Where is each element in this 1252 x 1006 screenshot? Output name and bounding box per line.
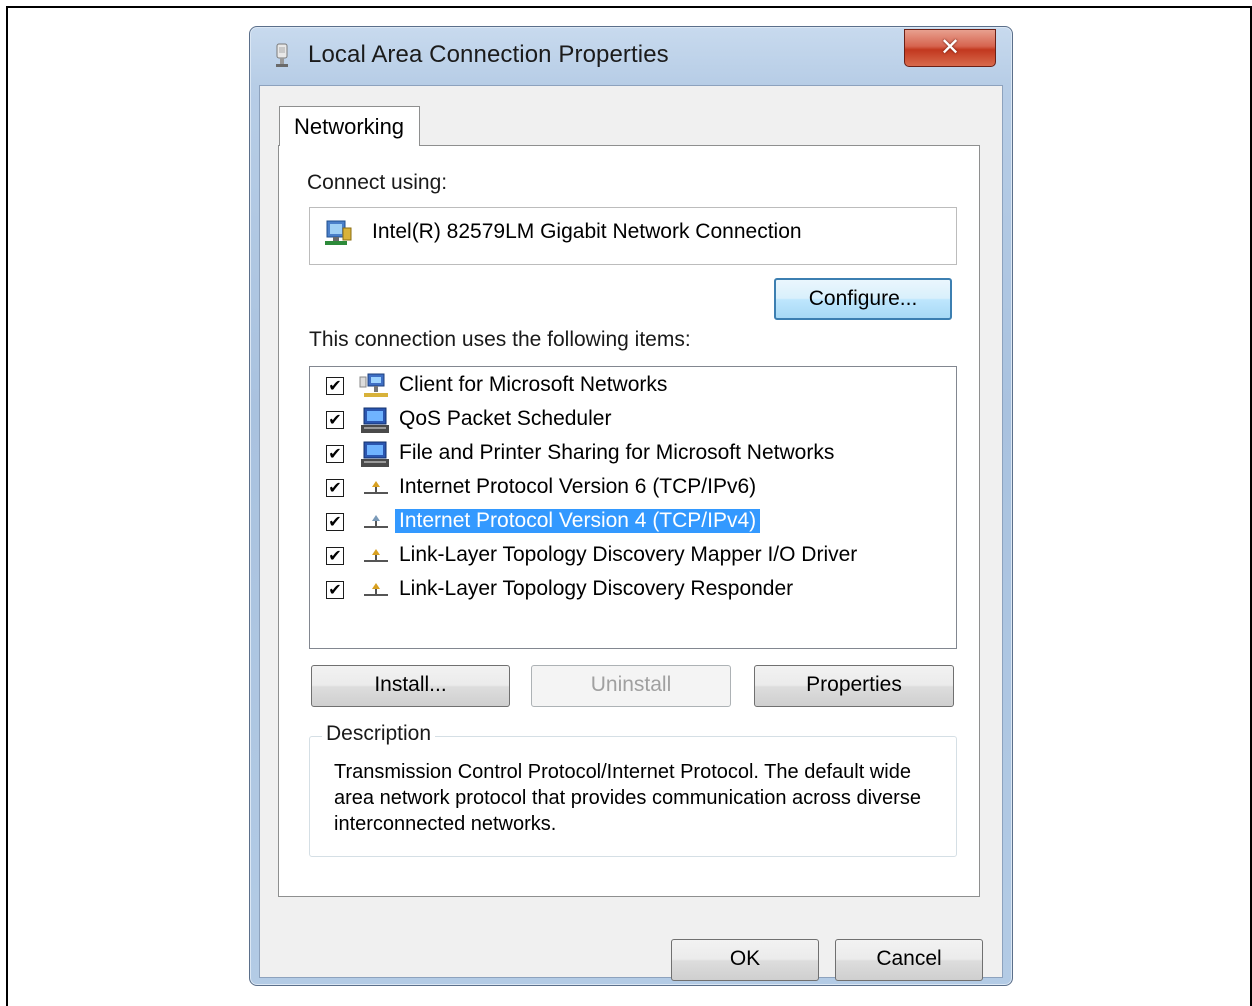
list-item[interactable]: ✔ QoS Packet Scheduler: [310, 405, 950, 437]
list-item[interactable]: ✔ Client for Microsoft Networks: [310, 371, 950, 403]
window-title: Local Area Connection Properties: [308, 41, 669, 68]
close-button[interactable]: ✕: [904, 29, 996, 67]
item-checkbox[interactable]: ✔: [326, 581, 344, 599]
description-title: Description: [322, 722, 436, 746]
list-item[interactable]: ✔ Link-Layer Topology Discovery Mapper I…: [310, 541, 950, 573]
close-icon: ✕: [939, 33, 961, 61]
list-item[interactable]: ✔ Internet Protocol Version 4 (TCP/IPv4): [310, 507, 950, 539]
network-card-icon: [325, 220, 352, 245]
install-button[interactable]: Install...: [311, 665, 510, 707]
description-text: Transmission Control Protocol/Internet P…: [334, 761, 921, 835]
item-label: Client for Microsoft Networks: [399, 373, 668, 396]
item-label-selected: Internet Protocol Version 4 (TCP/IPv4): [395, 509, 761, 533]
item-label: QoS Packet Scheduler: [399, 407, 612, 430]
network-adapter-icon: [276, 43, 288, 67]
protocol-icon: [364, 583, 388, 596]
cancel-button-label: Cancel: [876, 947, 942, 970]
properties-button[interactable]: Properties: [754, 665, 954, 707]
item-label: Internet Protocol Version 6 (TCP/IPv6): [399, 475, 757, 498]
tab-networking[interactable]: Networking: [279, 106, 420, 146]
item-checkbox[interactable]: ✔: [326, 377, 344, 395]
tab-networking-label: Networking: [294, 114, 405, 139]
protocol-icon: [364, 549, 388, 562]
item-checkbox[interactable]: ✔: [326, 479, 344, 497]
client-network-icon: [359, 373, 388, 397]
components-list[interactable]: ✔ Client for Microsoft Networks ✔ QoS Pa…: [309, 366, 957, 649]
networking-tab-panel: Connect using: Intel(R) 82579LM Gigabit …: [278, 145, 980, 897]
protocol-icon: [364, 515, 388, 528]
dialog-client-area: Networking Connect using: Intel(R) 82579…: [259, 85, 1003, 981]
title-bar[interactable]: Local Area Connection Properties ✕: [250, 27, 1012, 85]
configure-button[interactable]: Configure...: [774, 278, 952, 320]
item-checkbox[interactable]: ✔: [326, 445, 344, 463]
list-item[interactable]: ✔ Link-Layer Topology Discovery Responde…: [310, 575, 950, 607]
item-checkbox[interactable]: ✔: [326, 411, 344, 429]
adapter-field: Intel(R) 82579LM Gigabit Network Connect…: [309, 207, 957, 265]
protocol-icon: [364, 481, 388, 494]
item-label: File and Printer Sharing for Microsoft N…: [399, 441, 835, 464]
items-label: This connection uses the following items…: [309, 328, 691, 351]
connect-using-label: Connect using:: [307, 171, 448, 194]
list-item[interactable]: ✔ File and Printer Sharing for Microsoft…: [310, 439, 950, 471]
adapter-name: Intel(R) 82579LM Gigabit Network Connect…: [372, 220, 802, 243]
properties-button-label: Properties: [806, 673, 902, 696]
uninstall-button-label: Uninstall: [590, 673, 672, 696]
item-label: Link-Layer Topology Discovery Mapper I/O…: [399, 543, 858, 566]
ok-button-label: OK: [729, 947, 761, 970]
list-item[interactable]: ✔ Internet Protocol Version 6 (TCP/IPv6): [310, 473, 950, 505]
properties-dialog: Local Area Connection Properties ✕ Netwo…: [249, 26, 1013, 986]
service-computer-icon: [361, 407, 389, 433]
cancel-button[interactable]: Cancel: [835, 939, 983, 981]
service-computer-icon: [361, 441, 389, 467]
install-button-label: Install...: [374, 673, 447, 696]
item-checkbox[interactable]: ✔: [326, 513, 344, 531]
item-checkbox[interactable]: ✔: [326, 547, 344, 565]
ok-button[interactable]: OK: [671, 939, 819, 981]
item-label: Link-Layer Topology Discovery Responder: [399, 577, 794, 600]
configure-button-label: Configure...: [808, 287, 918, 310]
uninstall-button[interactable]: Uninstall: [531, 665, 731, 707]
description-group: Description Transmission Control Protoco…: [309, 722, 957, 857]
